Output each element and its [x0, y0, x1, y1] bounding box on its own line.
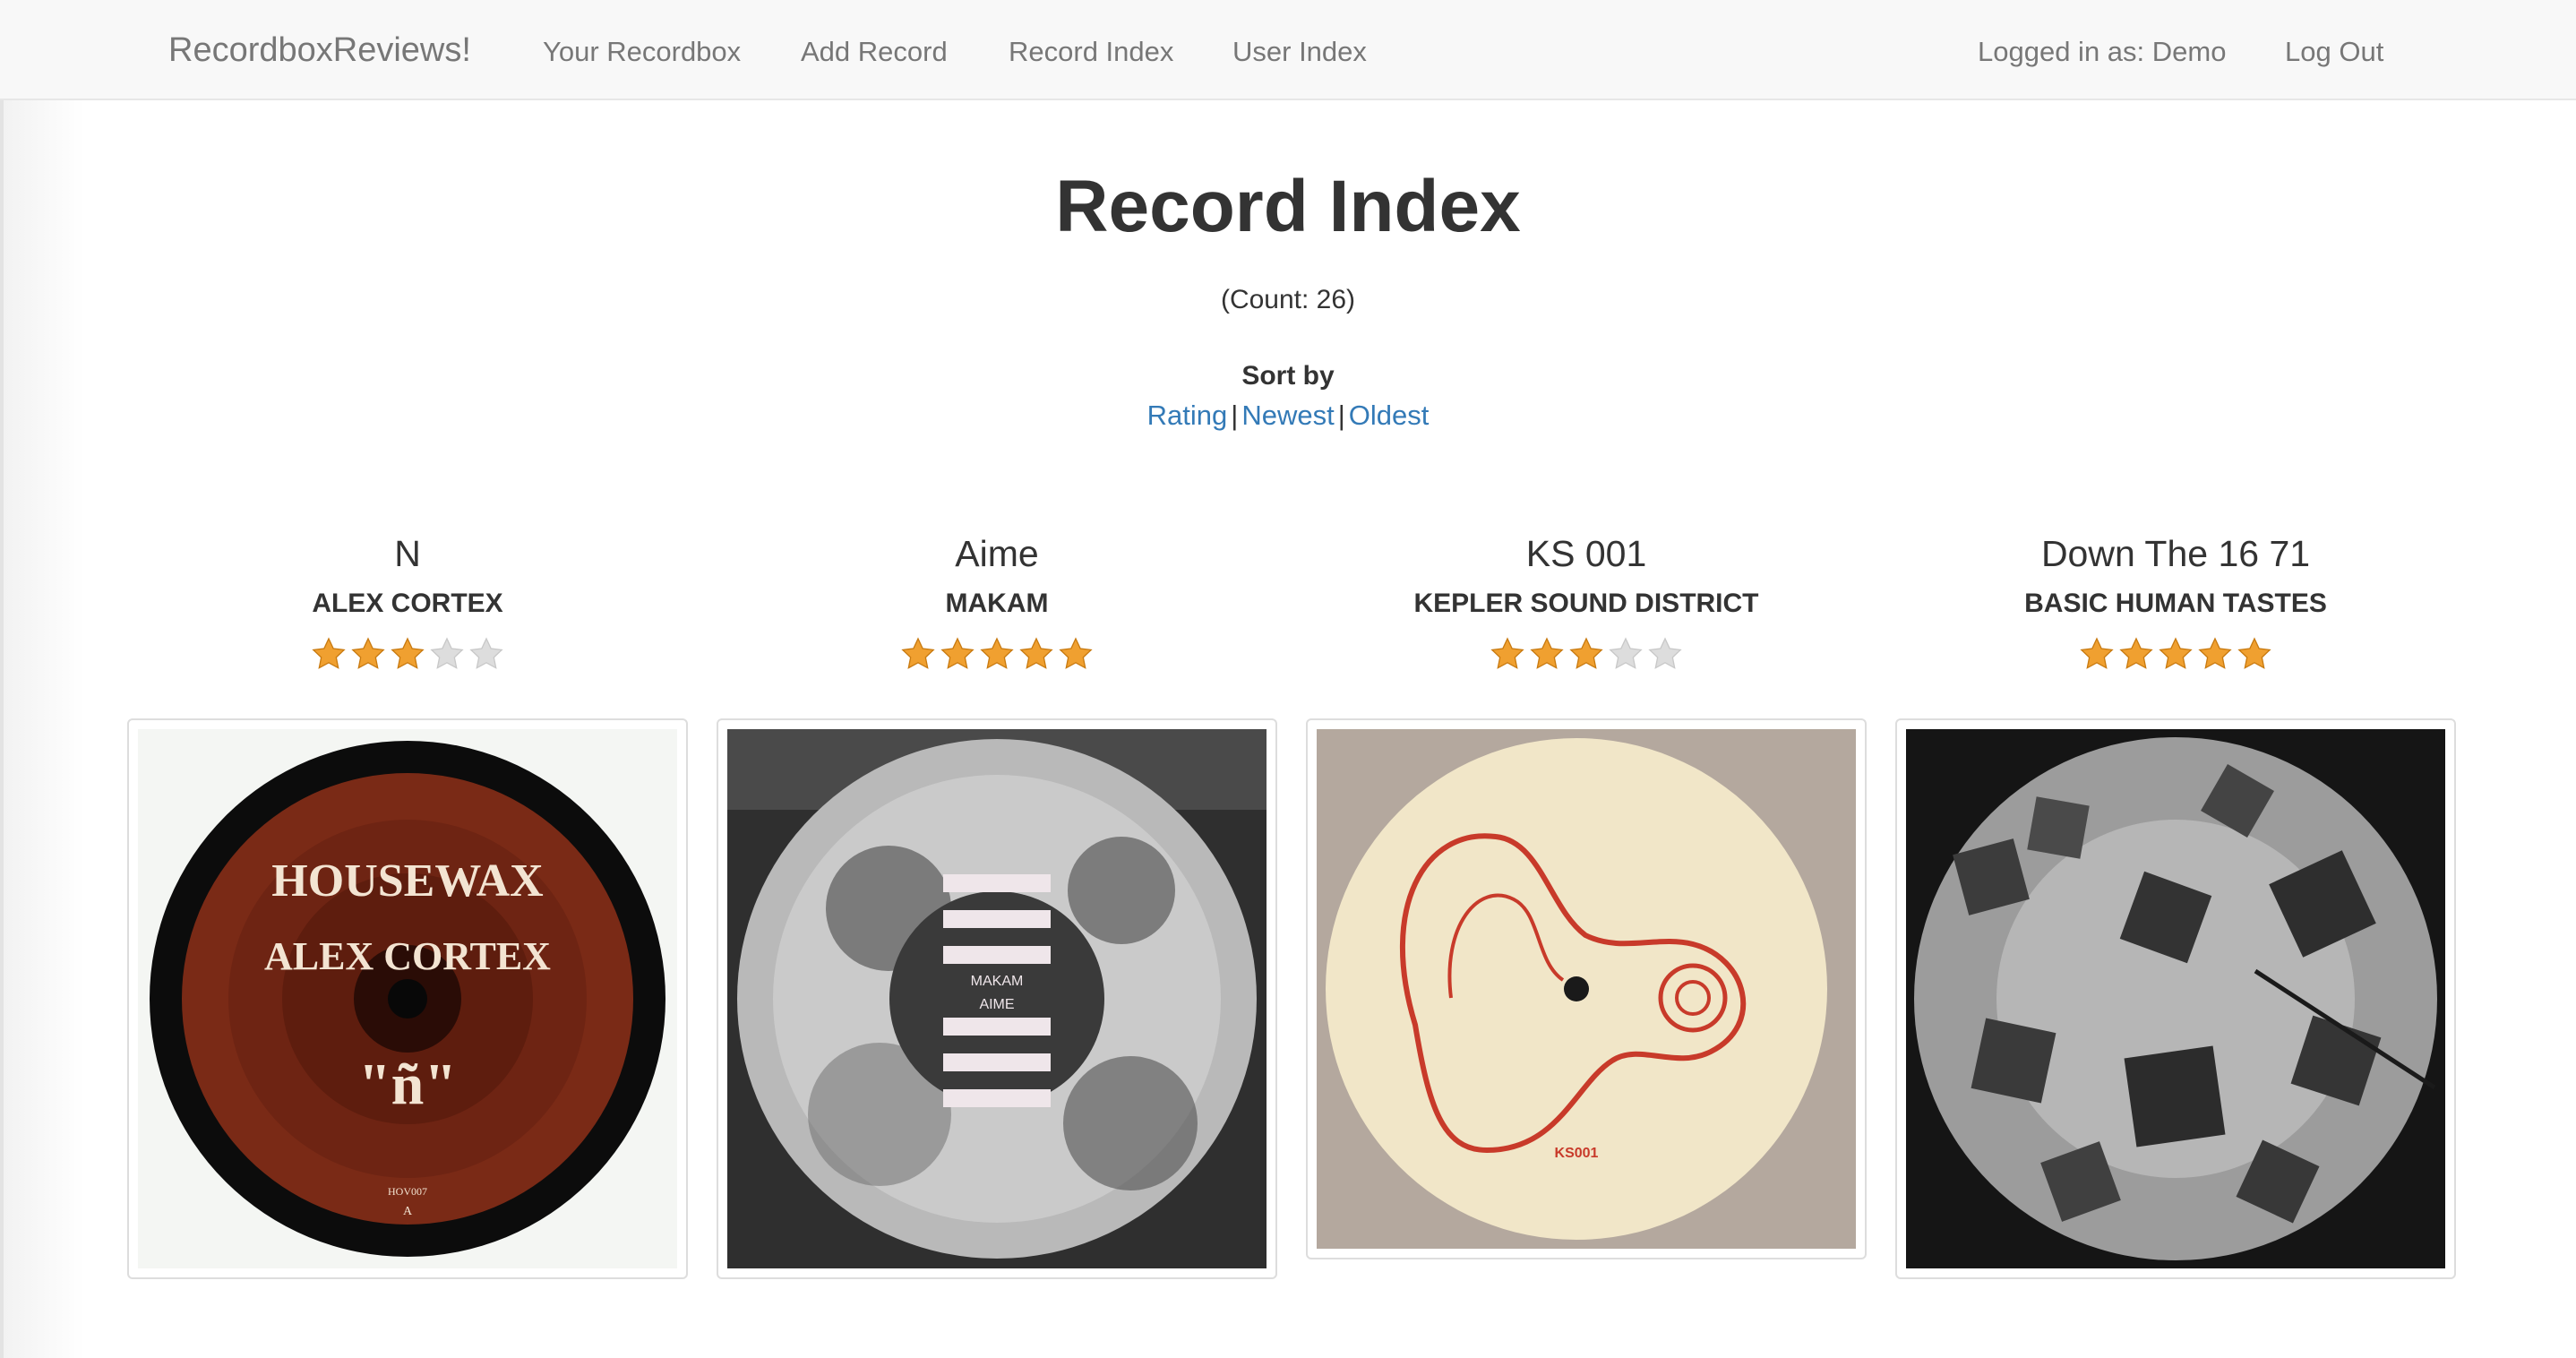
star-filled-icon — [2080, 637, 2114, 669]
star-empty-icon — [1648, 637, 1682, 669]
record-title[interactable]: Down The 16 71 — [1895, 529, 2456, 579]
sort-label: Sort by — [1241, 361, 1335, 391]
logged-in-status: Logged in as: Demo — [1978, 36, 2227, 67]
sort-separator: | — [1231, 400, 1239, 431]
star-filled-icon — [901, 637, 935, 669]
star-filled-icon — [2159, 637, 2193, 669]
nav-record-index[interactable]: Record Index — [1009, 0, 1173, 100]
star-empty-icon — [469, 637, 503, 669]
cover-text-line1: MAKAM — [971, 974, 1024, 989]
ear-cover-image: KS001 — [1317, 729, 1856, 1249]
nav-add-record[interactable]: Add Record — [801, 0, 948, 100]
star-rating — [1895, 636, 2456, 675]
brand-link[interactable]: RecordboxReviews! — [168, 0, 471, 100]
star-rating — [717, 636, 1277, 675]
star-filled-icon — [980, 637, 1014, 669]
cover-catalog: KS001 — [1555, 1146, 1599, 1161]
navbar: RecordboxReviews! Your Recordbox Add Rec… — [0, 0, 2576, 100]
star-filled-icon — [1059, 637, 1093, 669]
vinyl-cover-image: HOUSEWAX ALEX CORTEX "ñ" HOV007 A — [138, 729, 677, 1268]
record-artist: ALEX CORTEX — [312, 589, 503, 618]
record-artist: KEPLER SOUND DISTRICT — [1413, 589, 1759, 618]
star-rating — [1306, 636, 1867, 675]
star-filled-icon — [2119, 637, 2153, 669]
record-count: (Count: 26) — [1220, 285, 1356, 314]
record-artist: BASIC HUMAN TASTES — [2024, 589, 2327, 618]
cover-text-line3: "ñ" — [358, 1052, 457, 1117]
cover-text-line1: HOUSEWAX — [271, 855, 543, 907]
star-filled-icon — [351, 637, 385, 669]
record-title[interactable]: N — [127, 529, 688, 579]
logout-link[interactable]: Log Out — [2285, 0, 2383, 100]
star-filled-icon — [391, 637, 425, 669]
record-artist: MAKAM — [945, 589, 1049, 618]
nav-your-recordbox[interactable]: Your Recordbox — [543, 0, 741, 100]
star-filled-icon — [312, 637, 346, 669]
sort-options: Rating | Newest | Oldest — [0, 400, 2576, 432]
star-filled-icon — [2198, 637, 2232, 669]
page-title: Record Index — [1055, 166, 1521, 247]
sort-newest-link[interactable]: Newest — [1241, 400, 1334, 431]
record-cover-thumbnail[interactable]: MAKAM AIME — [717, 718, 1277, 1279]
sort-separator: | — [1337, 400, 1345, 431]
star-filled-icon — [1530, 637, 1564, 669]
cubes-cover-image — [1906, 729, 2445, 1268]
record-cover-thumbnail[interactable]: HOUSEWAX ALEX CORTEX "ñ" HOV007 A — [127, 718, 688, 1279]
abstract-cover-image: MAKAM AIME — [727, 729, 1267, 1268]
nav-user-index[interactable]: User Index — [1232, 0, 1367, 100]
sort-rating-link[interactable]: Rating — [1147, 400, 1228, 431]
star-empty-icon — [1609, 637, 1643, 669]
star-filled-icon — [1490, 637, 1524, 669]
star-filled-icon — [1569, 637, 1603, 669]
cover-text-line2: ALEX CORTEX — [264, 934, 551, 978]
cover-catalog: HOV007 — [388, 1185, 427, 1198]
star-rating — [127, 636, 688, 675]
star-filled-icon — [940, 637, 975, 669]
record-cover-thumbnail[interactable] — [1895, 718, 2456, 1279]
record-title[interactable]: Aime — [717, 529, 1277, 579]
star-filled-icon — [1019, 637, 1053, 669]
record-cover-thumbnail[interactable]: KS001 — [1306, 718, 1867, 1259]
cover-text-line2: AIME — [979, 997, 1014, 1012]
star-filled-icon — [2237, 637, 2271, 669]
cover-side: A — [403, 1205, 413, 1218]
sort-oldest-link[interactable]: Oldest — [1349, 400, 1430, 431]
star-empty-icon — [430, 637, 464, 669]
record-title[interactable]: KS 001 — [1306, 529, 1867, 579]
